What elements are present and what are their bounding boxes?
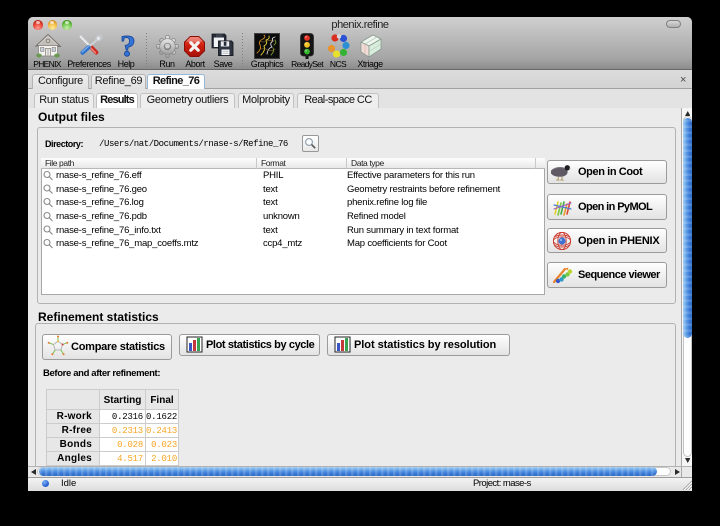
svg-text:?: ? [120, 32, 136, 60]
